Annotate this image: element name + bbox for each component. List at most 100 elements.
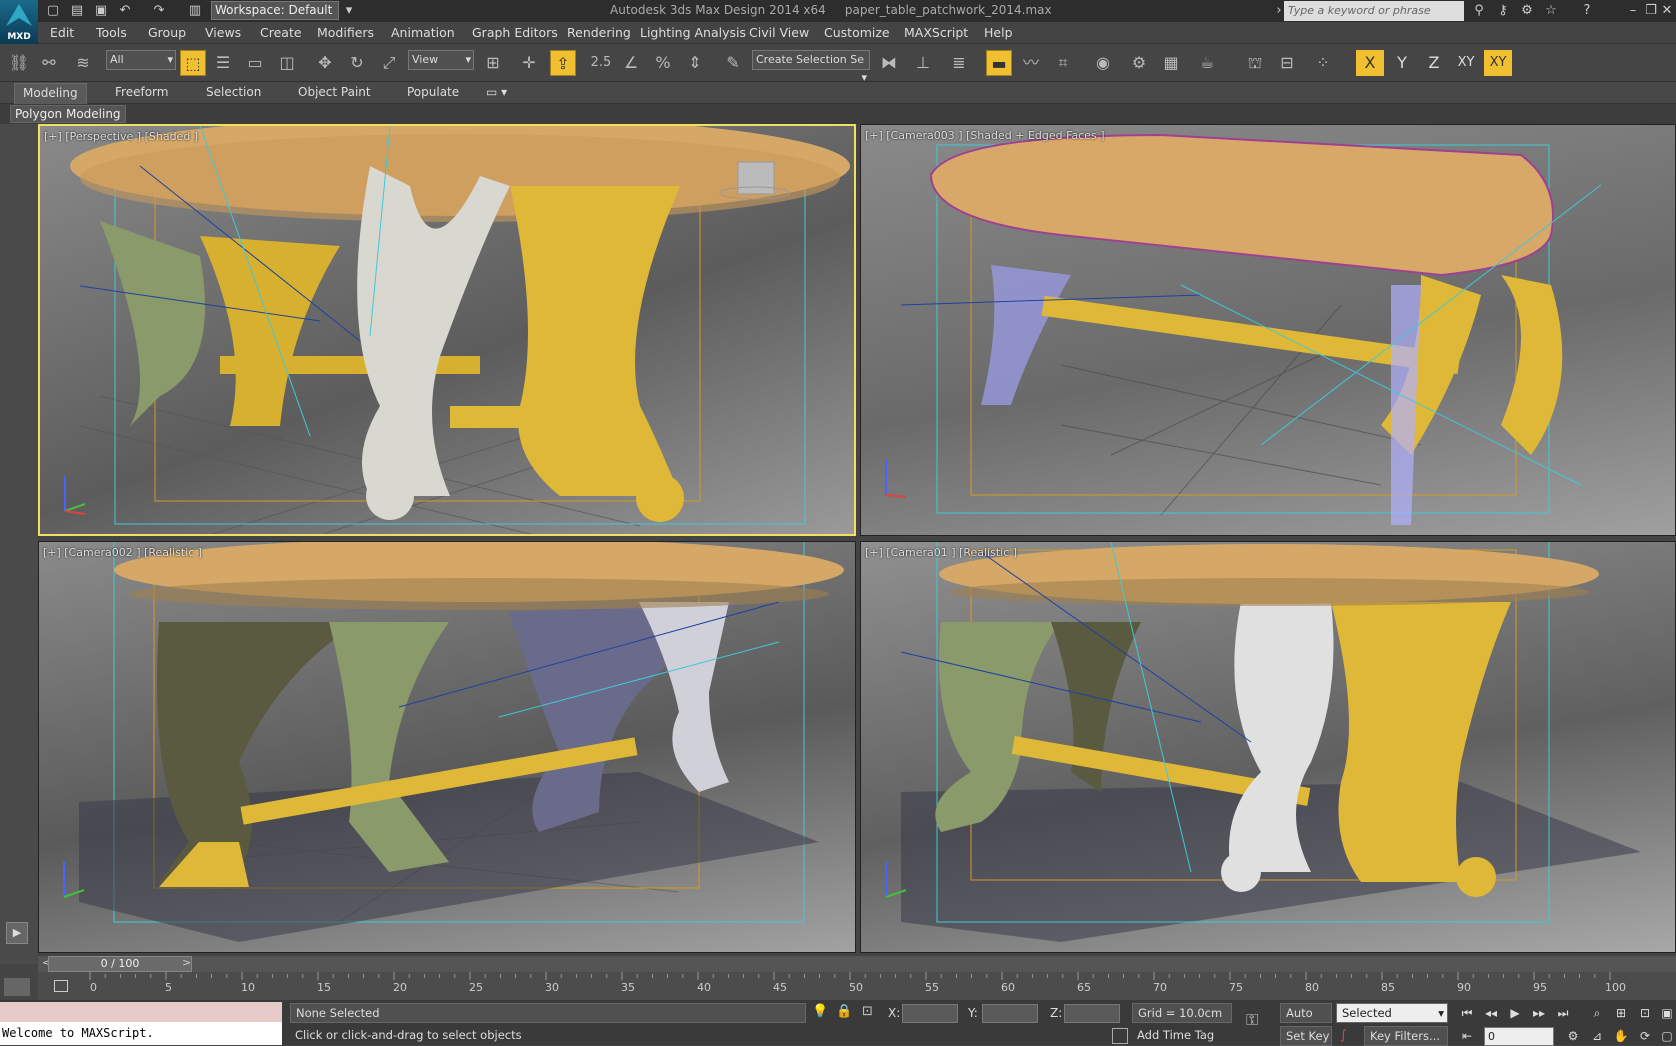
zoom-extents-all-icon[interactable]: ▣ [1656, 1003, 1676, 1023]
maxscript-listener-input[interactable] [0, 1002, 282, 1022]
particle-icon[interactable]: ⁘ [1310, 50, 1336, 76]
selection-filter-dropdown[interactable]: All ▾ [106, 50, 176, 70]
time-tag-icon[interactable] [1112, 1028, 1128, 1044]
pan-icon[interactable]: ✋ [1610, 1026, 1632, 1046]
zoom-all-icon[interactable]: ⊞ [1610, 1003, 1632, 1023]
select-by-name-icon[interactable]: ☰ [210, 50, 236, 76]
menu-lighting-analysis[interactable]: Lighting Analysis [640, 25, 746, 40]
absolute-mode-icon[interactable]: ⊡ [862, 1004, 873, 1019]
undo-icon[interactable]: ↶ [116, 2, 134, 19]
key-mode-toggle-icon[interactable]: ⇤ [1456, 1026, 1478, 1046]
previous-frame-icon[interactable]: ◂◂ [1480, 1003, 1502, 1023]
menu-animation[interactable]: Animation [391, 25, 455, 40]
time-slider-knob[interactable]: 0 / 100 [48, 956, 192, 972]
select-object-icon[interactable]: ⬚ [180, 50, 206, 76]
add-time-tag[interactable]: Add Time Tag [1132, 1026, 1232, 1046]
new-file-icon[interactable]: ▢ [44, 2, 62, 19]
curve-editor-icon[interactable]: 〰 [1018, 50, 1044, 76]
field-of-view-icon[interactable]: ⊿ [1586, 1026, 1608, 1046]
next-frame-icon[interactable]: ▸▸ [1528, 1003, 1550, 1023]
help-icon[interactable]: ? [1578, 2, 1596, 19]
close-icon[interactable]: ✕ [1658, 2, 1676, 19]
named-selection-set-dropdown[interactable]: Create Selection Se ▾ [752, 50, 870, 84]
selection-lock-icon[interactable]: 🔒 [836, 1004, 852, 1019]
polygon-modeling-panel[interactable]: Polygon Modeling [10, 105, 126, 123]
key-filter-curve-icon[interactable]: ∫ [1340, 1028, 1347, 1043]
link-icon[interactable]: ⛓ [6, 50, 32, 76]
z-coord-field[interactable] [1064, 1004, 1120, 1023]
set-key-key-icon[interactable]: ⚿ [1246, 1010, 1258, 1030]
edit-named-selection-icon[interactable]: ✎ [720, 50, 746, 76]
track-bar[interactable]: 0 5 10 15 20 25 30 35 40 45 50 55 60 65 … [4, 972, 1676, 1000]
viewport-camera002[interactable]: [+] [Camera002 ] [Realistic ] [38, 541, 856, 953]
axis-xy-cycle-button[interactable]: XY [1484, 50, 1512, 76]
maximize-viewport-icon[interactable]: ▢ [1656, 1026, 1676, 1046]
viewport-label[interactable]: [+] [Camera003 ] [Shaded + Edged Faces ] [865, 129, 1105, 142]
measure-icon[interactable]: ⊟ [1274, 50, 1300, 76]
tab-populate[interactable]: Populate [407, 85, 459, 99]
key-mode-dropdown[interactable]: Selected ▾ [1336, 1003, 1448, 1023]
menu-group[interactable]: Group [148, 25, 186, 40]
angle-snap-icon[interactable]: ∠ [618, 50, 644, 76]
tab-freeform[interactable]: Freeform [115, 85, 168, 99]
menu-tools[interactable]: Tools [96, 25, 127, 40]
binoculars-icon[interactable]: ⚲ [1470, 2, 1488, 19]
workspace-dropdown[interactable]: Workspace: Default ▾ [211, 1, 339, 34]
save-icon[interactable]: ▣ [92, 2, 110, 19]
star-icon[interactable]: ☆ [1542, 2, 1560, 19]
viewport-camera01[interactable]: [+] [Camera01 ] [Realistic ] [860, 541, 1676, 953]
reference-coordinate-dropdown[interactable]: View ▾ [408, 50, 474, 70]
auto-key-button[interactable]: Auto Key [1280, 1003, 1332, 1038]
time-slider-track[interactable] [38, 956, 1676, 972]
schematic-view-icon[interactable]: ⌗ [1050, 50, 1076, 76]
menu-views[interactable]: Views [205, 25, 241, 40]
time-slider-next-icon[interactable]: > [182, 956, 191, 969]
key-filters-button[interactable]: Key Filters... [1364, 1026, 1448, 1046]
viewport-label[interactable]: [+] [Camera01 ] [Realistic ] [865, 546, 1017, 559]
project-folder-icon[interactable]: ▥ [186, 2, 204, 19]
play-icon[interactable]: ▶ [1504, 1003, 1526, 1023]
scale-icon[interactable]: ⤢ [376, 50, 402, 76]
isolate-selection-icon[interactable]: 💡 [812, 1004, 828, 1019]
expand-trackbar-button[interactable]: ▶ [6, 922, 28, 944]
rendered-frame-window-icon[interactable]: ▦ [1158, 50, 1184, 76]
viewport-camera003[interactable]: [+] [Camera003 ] [Shaded + Edged Faces ] [860, 124, 1676, 536]
axis-x-button[interactable]: X [1356, 50, 1384, 76]
keyboard-shortcut-override-icon[interactable]: ⇪ [550, 50, 576, 76]
render-setup-icon[interactable]: ⚙ [1126, 50, 1152, 76]
unlink-icon[interactable]: ⚯ [36, 50, 62, 76]
workspace-menu-icon[interactable]: ▾ [340, 2, 358, 19]
key-icon[interactable]: ⚷ [1494, 2, 1512, 19]
percent-snap-icon[interactable]: % [650, 50, 676, 76]
viewport-label[interactable]: [+] [Camera002 ] [Realistic ] [43, 546, 202, 559]
mini-curve-editor-icon[interactable] [4, 978, 30, 996]
time-config-icon[interactable]: ⚙ [1562, 1026, 1584, 1046]
viewport-label[interactable]: [+] [Perspective ] [Shaded ] [44, 130, 198, 143]
ribbon-options-icon[interactable]: ▭ ▾ [486, 85, 507, 99]
menu-maxscript[interactable]: MAXScript [904, 25, 968, 40]
orbit-icon[interactable]: ⟳ [1634, 1026, 1656, 1046]
snap-toggle-icon[interactable]: 2.5 [588, 50, 614, 76]
zoom-extents-icon[interactable]: ⊡ [1634, 1003, 1656, 1023]
app-logo[interactable]: MXD [0, 0, 38, 44]
move-icon[interactable]: ✥ [312, 50, 338, 76]
menu-edit[interactable]: Edit [50, 25, 74, 40]
material-editor-icon[interactable]: ◉ [1090, 50, 1116, 76]
mirror-icon[interactable]: ⧓ [876, 50, 902, 76]
civil-view-icon[interactable]: ⛫ [1242, 50, 1268, 76]
window-crossing-icon[interactable]: ◫ [274, 50, 300, 76]
align-icon[interactable]: ⊥ [910, 50, 936, 76]
tab-selection[interactable]: Selection [206, 85, 261, 99]
axis-xy-button[interactable]: XY [1452, 50, 1480, 76]
exchange-icon[interactable]: ⚙ [1518, 2, 1536, 19]
current-frame-field[interactable]: 0 [1484, 1027, 1554, 1046]
y-coord-field[interactable] [982, 1004, 1038, 1023]
menu-civil-view[interactable]: Civil View [749, 25, 809, 40]
spinner-snap-icon[interactable]: ⇕ [682, 50, 708, 76]
bind-space-warp-icon[interactable]: ≋ [70, 50, 96, 76]
maxscript-output[interactable]: Welcome to MAXScript. [0, 1022, 282, 1045]
axis-y-button[interactable]: Y [1388, 50, 1416, 76]
menu-rendering[interactable]: Rendering [567, 25, 631, 40]
menu-graph-editors[interactable]: Graph Editors [472, 25, 558, 40]
rectangular-selection-icon[interactable]: ▭ [242, 50, 268, 76]
